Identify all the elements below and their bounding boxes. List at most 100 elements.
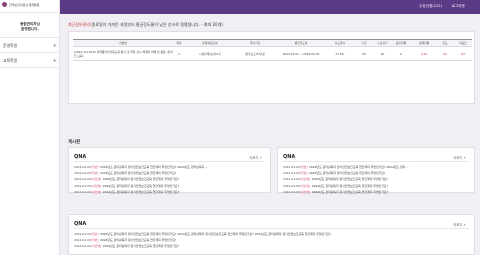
board-heading: 게시판 [68, 140, 81, 145]
table-cell: 0% [353, 46, 375, 61]
table-cell-link[interactable]: 0/0 [436, 46, 454, 61]
post-date: 2024-04-09 [74, 165, 91, 170]
sidebar-divider [0, 37, 60, 38]
welcome-greeting: 환영합니다. [21, 27, 39, 32]
post-title[interactable]: 2024년도 관리감독자 정기안전보건교육 연간계획 무엇인가요? [312, 190, 388, 194]
col-header: 학습기간 [235, 39, 275, 47]
sidebar-divider [0, 52, 60, 53]
post-tag: [일반] [300, 165, 308, 170]
post-title[interactable]: 2024년도 관리감독자 정기안전보건교육 연간계획 무엇인가요? [100, 171, 176, 175]
post-date: 2024-04-09 [74, 177, 91, 182]
table-cell: 1 [173, 46, 185, 61]
col-header: 과정명 [73, 39, 173, 47]
user-link[interactable]: 수강신청(122) [419, 4, 442, 9]
list-item[interactable]: 2024-04-09 [미답변] 2024년도 관리감독자 정기안전보건교육 연간계… [74, 189, 265, 195]
section-title: 최근정보관리(종료일이 가까운 과정부터 평균진도율이 낮은 순으로 정렬됩니다… [68, 22, 223, 28]
post-date: 2024-04-09 [74, 244, 91, 249]
section-title-text: 종료일이 가까운 과정부터 평균진도율이 낮은 순으로 정렬됩니다. - 최대 … [91, 22, 223, 27]
col-header: 응진현황 [390, 39, 412, 47]
sidebar-item-education[interactable]: 교육학생 + [3, 58, 57, 64]
table-cell: 2024-01-01 ~ 2024-06-30 [275, 46, 327, 61]
logo-text: 한국보건의료인재개발원 [9, 2, 40, 7]
board-divider [74, 228, 469, 229]
post-date: 2024-04-09 [74, 189, 91, 194]
table-row[interactable]: [2024-11] 2024 의약품안전사용교육 평가 및 약물 감시 체계의 … [73, 46, 472, 61]
qna-board: QNA 더보기 + 2024-04-09 [일반] 2024년도 관리감독자 정기안… [68, 214, 475, 255]
post-title[interactable]: 2024년도 관리감독자 정기안전보건교육 연간계획 무엇인가요? 2024년도… [309, 165, 409, 169]
post-date: 2024-04-09 [283, 171, 300, 176]
post-title[interactable]: 2024년도 관리감독자 정기안전보건교육 연간계획 무엇인가요? [312, 177, 388, 181]
list-item[interactable]: 2024-04-09 [미답변] 2024년도 관리감독자 정기안전보건교육 연간계… [74, 243, 469, 249]
post-title[interactable]: 2024년도 관리감독자 정기안전보건교육 연간계획 무엇인가요? [103, 244, 179, 248]
post-tag: [미답변] [300, 183, 311, 188]
course-panel: 과정명 회차 운영과정구분 학습기간 평균진도율 선도율% 수강 수료자수 응진… [68, 31, 475, 104]
post-tag: [미답변] [91, 183, 102, 188]
board-divider [283, 161, 469, 162]
post-title[interactable]: 2024년도 관리감독자 정기안전보건교육 연간계획 무엇인가요? [103, 184, 179, 188]
col-header: 평균진도율 [275, 39, 327, 47]
post-date: 2024-04-09 [74, 232, 91, 237]
post-tag: [일반] [91, 238, 99, 243]
post-date: 2024-04-09 [74, 238, 91, 243]
sidebar-divider [0, 67, 60, 68]
table-cell-link[interactable]: 0/0 [454, 46, 472, 61]
sidebar-item-label: 교육학생 [3, 58, 17, 63]
section-title-highlight: 최근정보관리( [68, 22, 92, 27]
board-title: QNA [74, 154, 87, 160]
board-list: 2024-04-09 [일반] 2024년도 관리감독자 정기안전보건교육 연간계획… [74, 164, 265, 195]
post-date: 2024-04-09 [283, 189, 300, 194]
qna-board: QNA 더보기 + 2024-04-09 [일반] 2024년도 관리감독자 정기안… [68, 147, 271, 195]
post-date: 2024-04-09 [74, 171, 91, 176]
logout-button[interactable]: 로그아웃 [452, 4, 465, 9]
course-table: 과정명 회차 운영과정구분 학습기간 평균진도율 선도율% 수강 수료자수 응진… [73, 39, 472, 61]
col-header: 진도 [436, 39, 454, 47]
table-cell: 시험관제(승계)1기 [185, 46, 235, 61]
post-tag: [일반] [91, 165, 99, 170]
col-header: 운영과정구분 [185, 39, 235, 47]
sidebar: 한국보건의료인재개발원 종합관리자님 환영합니다. 운영학생 + 교육학생 + [0, 0, 60, 255]
post-tag: [미답변] [300, 177, 311, 182]
table-cell: 0 [390, 46, 412, 61]
logo-icon [2, 2, 7, 7]
board-title: QNA [283, 154, 296, 160]
col-header: 회차 [173, 39, 185, 47]
table-cell: 평가보고(5)년정 [235, 46, 275, 61]
sidebar-item-label: 운영학생 [3, 43, 17, 48]
col-header: 수강 [353, 39, 375, 47]
list-item[interactable]: 2024-04-09 [미답변] 2024년도 관리감독자 정기안전보건교육 연간계… [283, 189, 469, 195]
post-title[interactable]: 2024년도 관리감독자 정기안전보건교육 연간계획 무엇인가요? 2024년도… [100, 165, 208, 169]
post-date: 2024-04-09 [283, 183, 300, 188]
plus-icon[interactable]: + [53, 59, 57, 64]
board-divider [74, 161, 265, 162]
post-title[interactable]: 2024년도 관리감독자 정기안전보건교육 연간계획 무엇인가요? [103, 190, 179, 194]
more-link[interactable]: 더보기 + [454, 155, 466, 160]
post-date: 2024-04-09 [283, 165, 300, 170]
course-name-link[interactable]: [2024-11] 2024 의약품안전사용교육 평가 및 약물 감시 체계의 … [73, 46, 173, 61]
board-title: QNA [74, 221, 87, 227]
post-tag: [미답변] [91, 244, 102, 249]
col-header: 수료자수 [375, 39, 390, 47]
post-title[interactable]: 2024년도 관리감독자 정기안전보건교육 연간계획 무엇인가요? [103, 177, 179, 181]
post-title[interactable]: 2024년도 관리감독자 정기안전보건교육 연간계획 무엇인가요? [309, 171, 385, 175]
post-date: 2024-04-09 [283, 177, 300, 182]
col-header: 리포트 [454, 39, 472, 47]
welcome-message: 종합관리자님 환영합니다. [0, 22, 60, 33]
more-link[interactable]: 더보기 + [250, 155, 262, 160]
sidebar-item-operation[interactable]: 운영학생 + [3, 43, 57, 49]
post-title[interactable]: 2024년도 관리감독자 정기안전보건교육 연간계획 무엇인가요? [312, 184, 388, 188]
table-cell-link[interactable]: 0/20 [412, 46, 436, 61]
top-bar: 수강신청(122) 로그아웃 [60, 0, 480, 14]
post-title[interactable]: 2024년도 관리감독자 정기안전보건교육 연간계획 무엇인가요? 2024년도… [100, 232, 331, 236]
more-link[interactable]: 더보기 + [454, 222, 466, 227]
board-list: 2024-04-09 [일반] 2024년도 관리감독자 정기안전보건교육 연간계획… [283, 164, 469, 195]
table-cell: 57.8% [327, 46, 353, 61]
board-list: 2024-04-09 [일반] 2024년도 관리감독자 정기안전보건교육 연간계획… [74, 231, 469, 250]
post-tag: [미답변] [300, 189, 311, 194]
col-header: 선도율% [327, 39, 353, 47]
post-tag: [미답변] [91, 189, 102, 194]
site-logo[interactable]: 한국보건의료인재개발원 [2, 2, 39, 7]
plus-icon[interactable]: + [53, 44, 57, 49]
post-tag: [미답변] [91, 177, 102, 182]
post-title[interactable]: 2024년도 관리감독자 정기안전보건교육 연간계획 무엇인가요? [100, 238, 176, 242]
post-tag: [일반] [91, 171, 99, 176]
